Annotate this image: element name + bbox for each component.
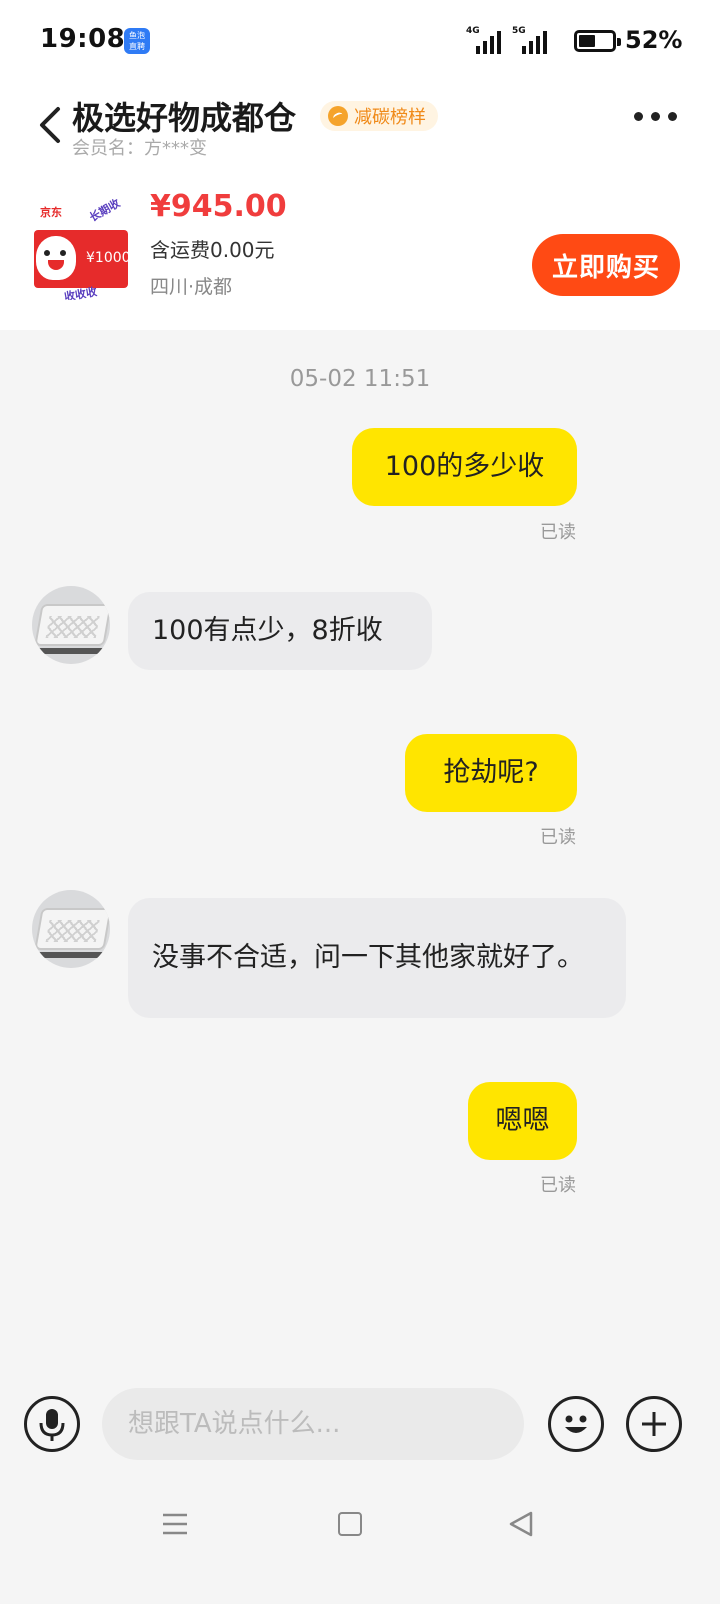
leaf-icon: [328, 106, 348, 126]
product-image-stamp: 长期收: [87, 196, 123, 225]
status-bar: 19:08 鱼泡 直聘 4G 5G 52%: [0, 0, 720, 82]
message-bubble-me[interactable]: 嗯嗯: [468, 1082, 577, 1160]
product-image-brand: 京东: [40, 206, 62, 219]
microphone-icon: [39, 1409, 65, 1441]
nav-home-button[interactable]: [338, 1512, 362, 1536]
product-shipping: 含运费0.00元: [150, 238, 275, 262]
eco-badge[interactable]: 减碳榜样: [320, 101, 438, 131]
avatar[interactable]: [32, 586, 110, 664]
signal-5g-icon: 5G: [512, 26, 556, 54]
emoji-icon: [565, 1415, 587, 1433]
more-button[interactable]: [634, 112, 677, 121]
more-dots-icon: [634, 112, 643, 121]
message-bubble-me[interactable]: 抢劫呢?: [405, 734, 577, 812]
product-price: ¥945.00: [150, 189, 287, 224]
product-image[interactable]: 京东 长期收 ¥1000 收收收: [32, 192, 132, 300]
plus-icon: [642, 1412, 666, 1436]
page-title: 极选好物成都仓: [72, 99, 297, 137]
triangle-back-icon: [509, 1511, 533, 1537]
emoji-button[interactable]: [548, 1396, 604, 1452]
read-receipt: 已读: [540, 827, 576, 848]
battery-icon: [574, 30, 621, 52]
chat-timestamp: 05-02 11:51: [289, 366, 431, 392]
member-name: 会员名：方***变: [72, 138, 207, 159]
status-time: 19:08: [40, 24, 126, 54]
battery-percent: 52%: [625, 26, 683, 54]
read-receipt: 已读: [540, 522, 576, 543]
nav-back-button[interactable]: [508, 1510, 534, 1538]
back-button[interactable]: [34, 105, 70, 145]
voice-input-button[interactable]: [24, 1396, 80, 1452]
more-actions-button[interactable]: [626, 1396, 682, 1452]
menu-lines-icon: [163, 1513, 187, 1535]
chevron-left-icon: [40, 107, 60, 143]
buy-now-button[interactable]: 立即购买: [532, 234, 680, 296]
message-bubble-other[interactable]: 100有点少，8折收: [128, 592, 432, 670]
message-input[interactable]: [102, 1388, 524, 1460]
app-notification-icon: 鱼泡 直聘: [124, 28, 150, 54]
product-location: 四川·成都: [150, 276, 233, 298]
product-image-card-value: ¥1000: [86, 250, 131, 266]
message-bubble-me[interactable]: 100的多少收: [352, 428, 577, 506]
nav-menu-button[interactable]: [162, 1511, 188, 1537]
message-bubble-other[interactable]: 没事不合适，问一下其他家就好了。: [128, 898, 626, 1018]
signal-4g-icon: 4G: [466, 26, 510, 54]
avatar[interactable]: [32, 890, 110, 968]
mascot-graphic: [36, 236, 76, 280]
read-receipt: 已读: [540, 1175, 576, 1196]
eco-badge-label: 减碳榜样: [354, 107, 426, 128]
